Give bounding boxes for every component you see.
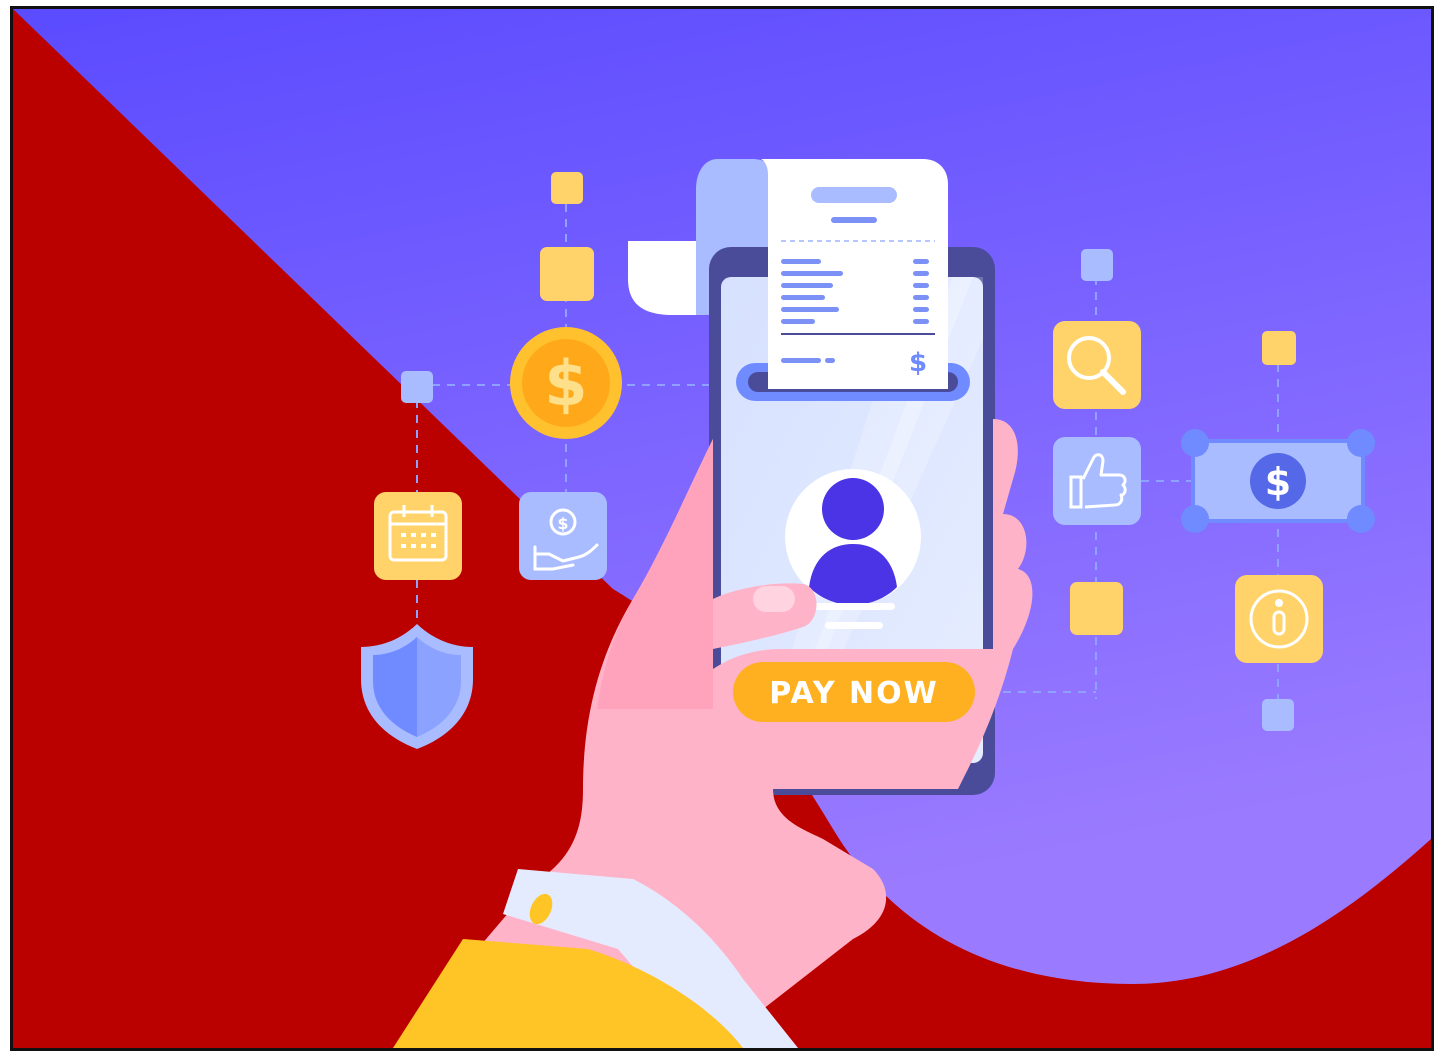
blue-square bbox=[401, 371, 433, 403]
illustration-frame: $ $ $ $ PAY NOW bbox=[10, 6, 1434, 1051]
svg-text:$: $ bbox=[544, 347, 587, 420]
yellow-square bbox=[1070, 582, 1123, 635]
pay-now-button[interactable]: PAY NOW bbox=[733, 662, 975, 722]
svg-text:$: $ bbox=[557, 514, 568, 533]
yellow-square bbox=[1262, 331, 1296, 365]
thumbs-up-icon bbox=[1053, 437, 1141, 525]
receipt: $ bbox=[761, 159, 948, 389]
svg-text:$: $ bbox=[909, 348, 927, 378]
calendar-icon bbox=[374, 492, 462, 580]
hand-coin-icon: $ bbox=[519, 492, 607, 580]
payment-illustration: $ $ $ $ PAY NOW bbox=[13, 9, 1431, 1048]
search-icon bbox=[1053, 321, 1141, 409]
info-icon bbox=[1235, 575, 1323, 663]
yellow-square bbox=[551, 172, 583, 204]
svg-text:$: $ bbox=[1265, 460, 1291, 504]
coin-dollar-icon: $ bbox=[510, 327, 622, 439]
blue-square bbox=[1081, 249, 1113, 281]
text-line-placeholder bbox=[813, 603, 895, 610]
banknote-dollar-icon: $ bbox=[1181, 429, 1375, 533]
yellow-square bbox=[540, 247, 594, 301]
user-avatar-icon bbox=[785, 469, 921, 605]
blue-square bbox=[1262, 699, 1294, 731]
text-line-placeholder bbox=[825, 622, 883, 629]
pay-now-label: PAY NOW bbox=[769, 676, 938, 711]
